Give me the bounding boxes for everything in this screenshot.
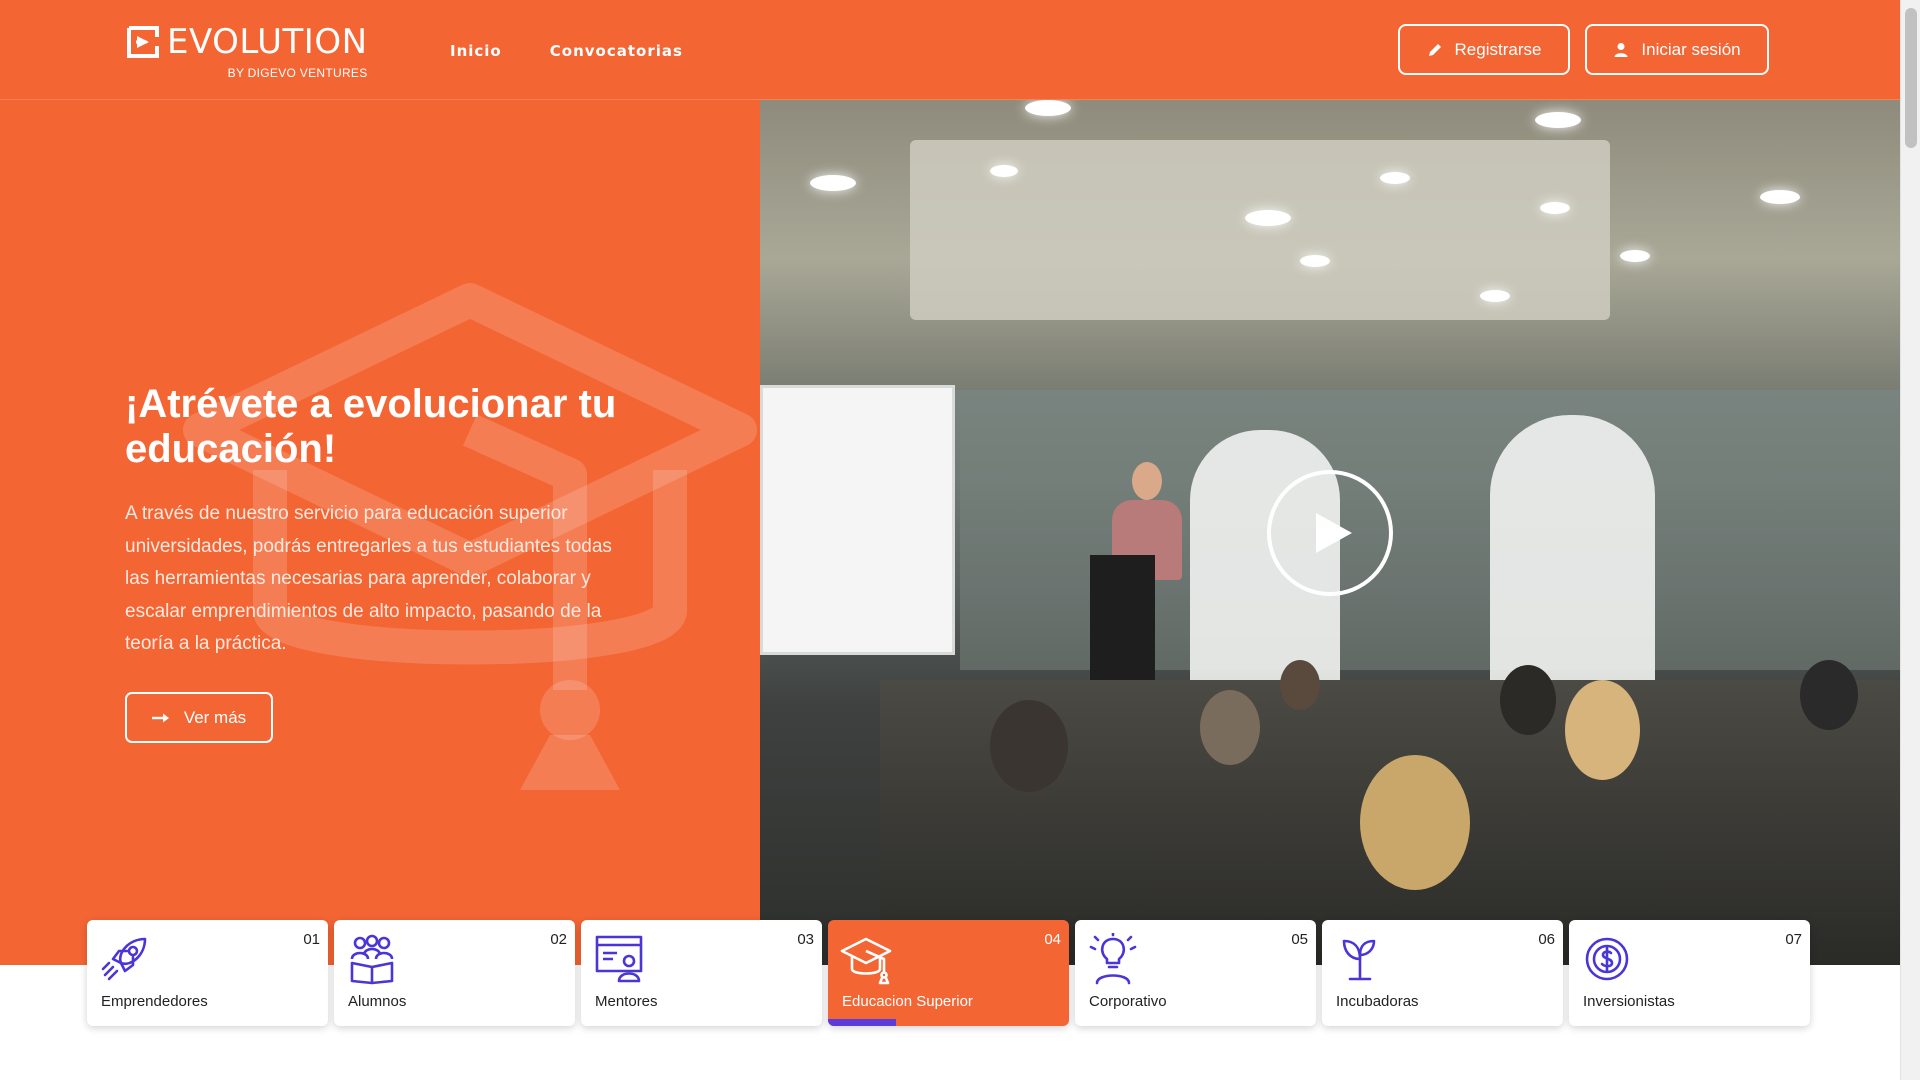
user-icon <box>1614 42 1628 57</box>
login-button[interactable]: Iniciar sesión <box>1585 24 1769 75</box>
category-number: 04 <box>1044 931 1061 948</box>
page: { "brand": { "name": "EVOLUTION", "sub":… <box>0 0 1920 1080</box>
category-card-alumnos[interactable]: 02 Alumnos <box>334 920 575 1026</box>
photo-light <box>1620 250 1650 262</box>
evolution-logo-icon <box>127 26 159 58</box>
category-card-emprendedores[interactable]: 01 Emprendedores <box>87 920 328 1026</box>
play-icon <box>1316 513 1352 553</box>
category-label: Alumnos <box>348 993 407 1010</box>
brand-logo[interactable]: EVOLUTION BY DIGEVO VENTURES <box>125 22 368 80</box>
see-more-label: Ver más <box>183 707 247 727</box>
category-number: 06 <box>1538 931 1555 948</box>
nav-item-convocatorias[interactable]: Convocatorias <box>550 42 683 60</box>
category-number: 07 <box>1785 931 1802 948</box>
category-number: 02 <box>550 931 567 948</box>
nav-item-inicio[interactable]: Inicio <box>450 42 502 60</box>
idea-person-icon <box>1089 933 1137 985</box>
page-scrollbar[interactable] <box>1900 0 1920 1080</box>
category-label: Corporativo <box>1089 993 1167 1010</box>
category-label: Educacion Superior <box>842 993 973 1010</box>
photo-light <box>810 175 856 191</box>
dollar-coin-icon <box>1585 937 1629 981</box>
pencil-icon <box>1428 43 1441 56</box>
active-indicator <box>828 1019 896 1026</box>
sprout-icon <box>1342 939 1376 981</box>
rocket-icon <box>101 937 147 981</box>
hero-text-panel: ¡Atrévete a evolucionar tu educación! A … <box>0 100 760 965</box>
brand-name: EVOLUTION <box>167 22 368 62</box>
category-number: 01 <box>303 931 320 948</box>
register-button[interactable]: Registrarse <box>1398 24 1570 75</box>
photo-light <box>1300 255 1330 267</box>
category-card-educacion-superior[interactable]: 04 Educacion Superior <box>828 920 1069 1026</box>
photo-projection-screen <box>760 385 955 655</box>
photo-light <box>1025 100 1071 116</box>
site-header: EVOLUTION BY DIGEVO VENTURES Inicio Conv… <box>0 0 1900 100</box>
hero-video-photo <box>760 100 1900 965</box>
see-more-button[interactable]: Ver más <box>125 692 273 743</box>
category-cards: 01 Emprendedores 02 Alumnos 03 Mentores … <box>87 920 1810 1026</box>
arrow-right-icon <box>151 713 169 722</box>
main-nav: Inicio Convocatorias <box>450 42 683 60</box>
category-card-incubadoras[interactable]: 06 Incubadoras <box>1322 920 1563 1026</box>
category-number: 05 <box>1291 931 1308 948</box>
mentor-board-icon <box>595 935 643 983</box>
category-card-inversionistas[interactable]: 07 Inversionistas <box>1569 920 1810 1026</box>
photo-person <box>990 700 1068 792</box>
category-card-corporativo[interactable]: 05 Corporativo <box>1075 920 1316 1026</box>
photo-light <box>1380 172 1410 184</box>
category-label: Mentores <box>595 993 658 1010</box>
photo-person <box>1500 665 1556 735</box>
brand-subtitle: BY DIGEVO VENTURES <box>227 66 368 80</box>
video-play-button[interactable] <box>1267 470 1393 596</box>
category-label: Emprendedores <box>101 993 208 1010</box>
login-label: Iniciar sesión <box>1641 39 1741 59</box>
photo-light <box>1535 112 1581 128</box>
hero-description: A través de nuestro servicio para educac… <box>125 503 612 654</box>
photo-light <box>1540 202 1570 214</box>
students-icon <box>350 934 394 985</box>
photo-light <box>1245 210 1291 226</box>
hero-title: ¡Atrévete a evolucionar tu educación! <box>125 382 617 471</box>
photo-person <box>1200 690 1260 765</box>
photo-light <box>1760 190 1800 204</box>
scrollbar-thumb[interactable] <box>1905 8 1917 148</box>
category-card-mentores[interactable]: 03 Mentores <box>581 920 822 1026</box>
category-number: 03 <box>797 931 814 948</box>
photo-person <box>1800 660 1858 730</box>
graduation-cap-icon <box>840 937 892 985</box>
category-label: Incubadoras <box>1336 993 1419 1010</box>
photo-speaker-head <box>1132 462 1162 500</box>
photo-person <box>1565 680 1640 780</box>
photo-light <box>1480 290 1510 302</box>
register-label: Registrarse <box>1454 39 1542 59</box>
category-label: Inversionistas <box>1583 993 1675 1010</box>
photo-person <box>1280 660 1320 710</box>
photo-person <box>1360 755 1470 890</box>
photo-light <box>990 165 1018 177</box>
